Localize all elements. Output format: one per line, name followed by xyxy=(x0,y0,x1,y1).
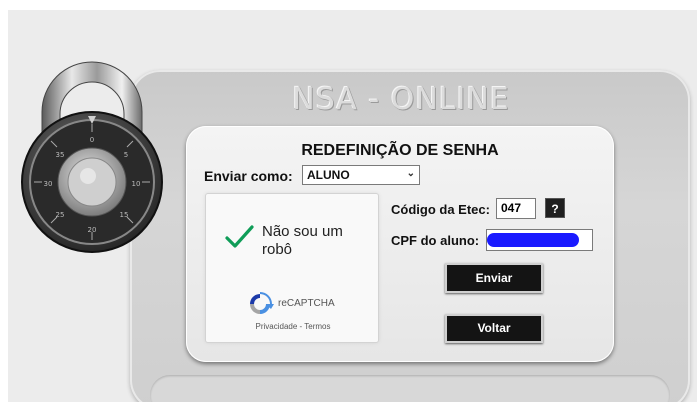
svg-text:10: 10 xyxy=(132,180,141,188)
redaction-mark xyxy=(487,233,579,247)
app-title: NSA - ONLINE xyxy=(292,82,510,117)
send-button[interactable]: Enviar xyxy=(445,263,543,293)
form-title: REDEFINIÇÃO DE SENHA xyxy=(301,142,499,159)
back-button[interactable]: Voltar xyxy=(445,314,543,343)
svg-text:5: 5 xyxy=(124,151,128,159)
send-as-select[interactable]: ALUNO ⌄ xyxy=(302,165,420,185)
send-as-value: ALUNO xyxy=(307,168,350,182)
svg-text:35: 35 xyxy=(56,151,65,159)
recaptcha-logo-icon xyxy=(250,292,274,314)
recaptcha-links[interactable]: Privacidade - Termos xyxy=(206,322,380,331)
svg-text:0: 0 xyxy=(90,136,94,144)
recaptcha-widget[interactable]: Não sou um robô reCAPTCHA Privacidade - … xyxy=(205,193,379,343)
svg-text:20: 20 xyxy=(88,226,97,234)
cpf-input[interactable] xyxy=(486,229,593,251)
svg-text:25: 25 xyxy=(56,211,65,219)
recaptcha-checkbox-label: Não sou um robô xyxy=(262,223,343,258)
cpf-label: CPF do aluno: xyxy=(391,233,480,248)
etec-code-input[interactable]: 047 xyxy=(496,198,536,219)
svg-text:15: 15 xyxy=(120,211,129,219)
padlock-icon: 0 5 10 15 20 25 30 35 xyxy=(21,61,163,253)
chevron-down-icon: ⌄ xyxy=(406,168,415,179)
svg-text:30: 30 xyxy=(44,180,53,188)
send-as-label: Enviar como: xyxy=(204,168,293,184)
outer-panel-footer xyxy=(150,375,670,402)
help-button[interactable]: ? xyxy=(545,198,565,218)
check-icon[interactable] xyxy=(224,222,254,252)
etec-code-label: Código da Etec: xyxy=(391,202,490,217)
recaptcha-brand: reCAPTCHA xyxy=(278,298,335,309)
